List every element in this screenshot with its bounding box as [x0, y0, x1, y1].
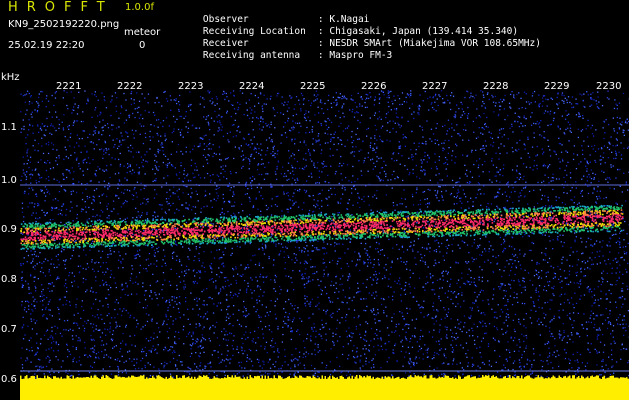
- spectrogram: [20, 78, 629, 400]
- y-tick-1-0: 1.0: [1, 175, 17, 186]
- x-tick-2227: 2227: [422, 81, 448, 92]
- x-tick-2225: 2225: [300, 81, 326, 92]
- y-tick-1-1: 1.1: [1, 122, 17, 133]
- x-tick-2221: 2221: [56, 81, 82, 92]
- x-tick-2230: 2230: [596, 81, 622, 92]
- y-unit-label: kHz: [1, 72, 20, 83]
- baseline-band: [20, 380, 629, 400]
- y-tick-0-9: 0.9: [1, 224, 17, 235]
- x-tick-2222: 2222: [117, 81, 143, 92]
- x-tick-2226: 2226: [361, 81, 387, 92]
- x-tick-2228: 2228: [483, 81, 509, 92]
- x-tick-2223: 2223: [178, 81, 204, 92]
- y-tick-0-7: 0.7: [1, 324, 17, 335]
- y-tick-0-8: 0.8: [1, 274, 17, 285]
- y-tick-0-6: 0.6: [1, 374, 17, 385]
- x-tick-2229: 2229: [544, 81, 570, 92]
- x-tick-2224: 2224: [239, 81, 265, 92]
